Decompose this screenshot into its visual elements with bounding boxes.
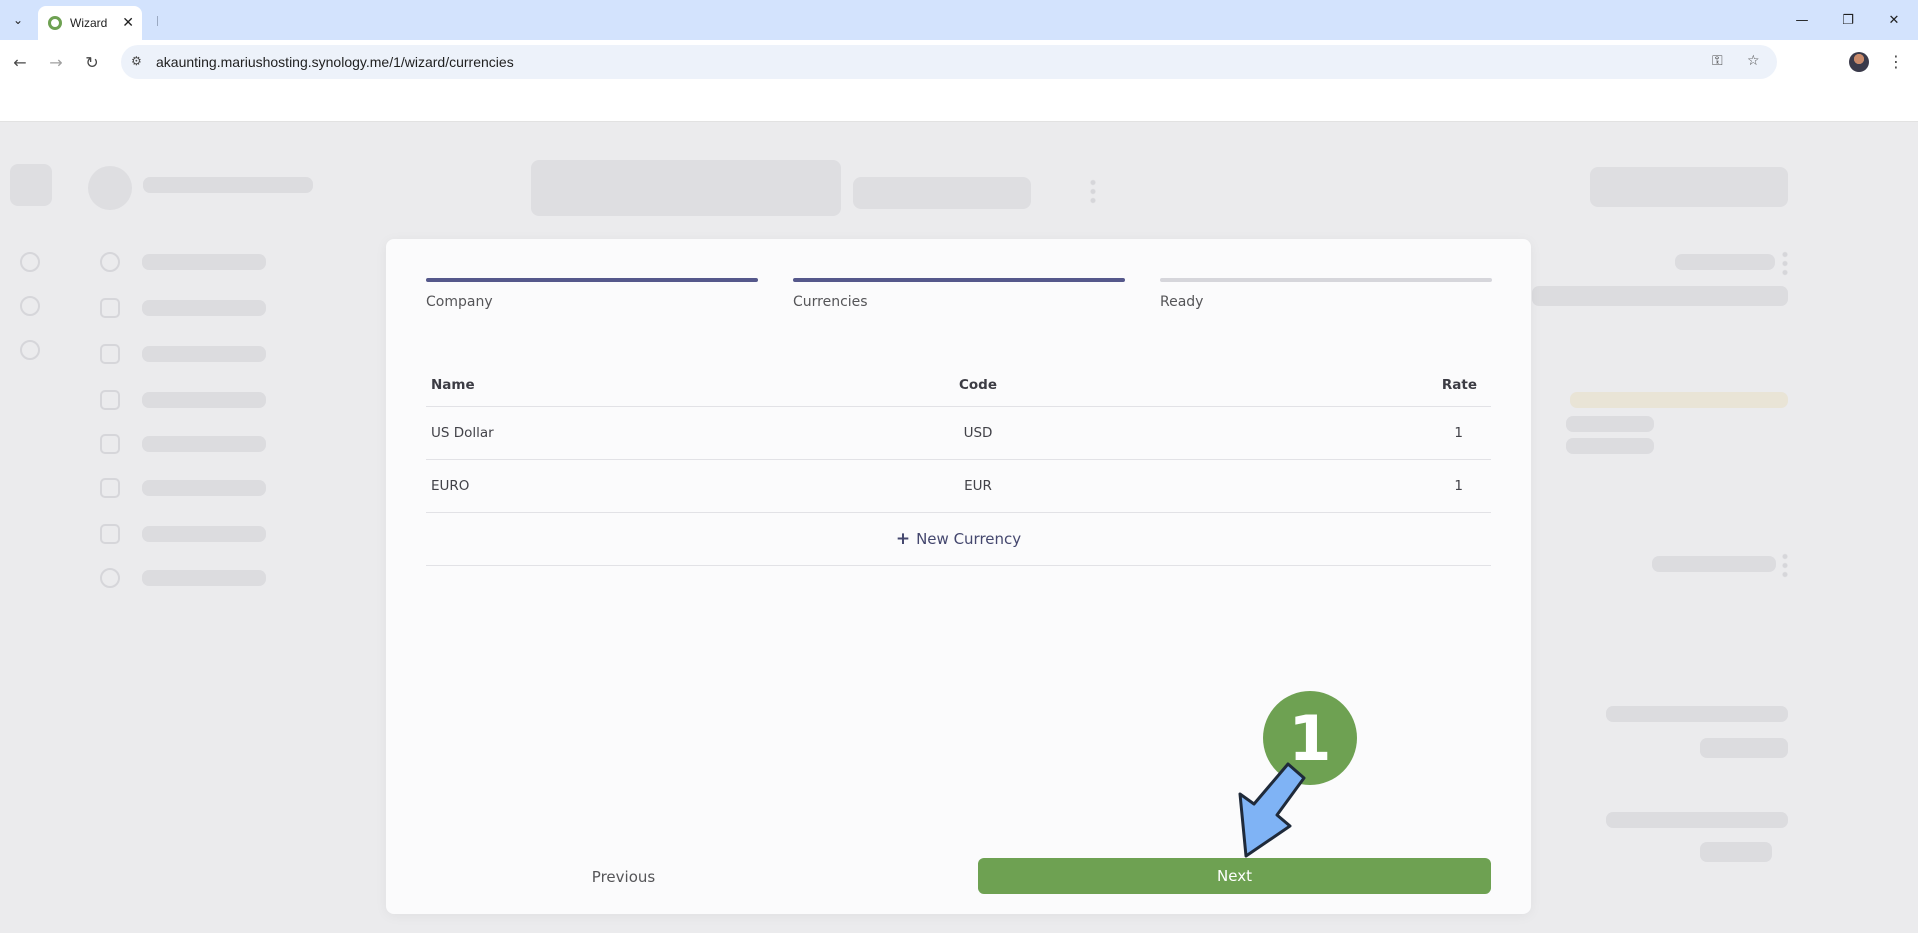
pointer-arrow-icon	[1238, 762, 1306, 858]
bookmarks-bar	[0, 84, 1918, 122]
step-label: Company	[426, 294, 493, 310]
widget-placeholder	[1532, 286, 1788, 306]
widget-placeholder	[1652, 556, 1776, 572]
table-row[interactable]: US Dollar USD 1	[426, 407, 1491, 460]
step-progress-bar	[426, 278, 758, 282]
date-picker-placeholder	[1590, 167, 1788, 207]
next-button[interactable]: Next	[978, 858, 1491, 894]
sidebar-item-placeholder	[142, 480, 266, 496]
step-currencies[interactable]: Currencies	[793, 278, 1125, 310]
sidebar-logo-placeholder	[10, 164, 52, 206]
users-icon	[100, 434, 120, 454]
currency-rate: 1	[1454, 478, 1463, 494]
column-header-rate: Rate	[1441, 376, 1477, 393]
profile-avatar[interactable]	[1849, 52, 1869, 72]
sidebar-item-placeholder	[142, 254, 266, 270]
company-name-placeholder	[143, 177, 313, 193]
apps-icon	[100, 568, 120, 588]
sidebar-item-placeholder	[142, 346, 266, 362]
widget-placeholder	[1700, 842, 1772, 862]
previous-button[interactable]: Previous	[541, 859, 706, 895]
dashboard-icon	[100, 252, 120, 272]
tab-close-icon[interactable]: ✕	[122, 15, 134, 31]
header-dots-icon	[1090, 178, 1096, 206]
step-ready[interactable]: Ready	[1160, 278, 1492, 310]
plus-icon: +	[895, 529, 911, 549]
bank-icon	[100, 478, 120, 498]
widget-placeholder	[1566, 416, 1654, 432]
minimize-icon[interactable]: —	[1782, 8, 1822, 32]
sidebar-item-placeholder	[142, 436, 266, 452]
step-progress-bar	[793, 278, 1125, 282]
search-placeholder	[531, 160, 841, 216]
currency-name: EURO	[431, 478, 470, 494]
column-header-code: Code	[958, 376, 997, 393]
widget-dots-icon	[1782, 250, 1788, 278]
browser-tab[interactable]: Wizard ✕	[38, 6, 142, 40]
widget-placeholder	[1566, 438, 1654, 454]
bell-icon	[20, 252, 40, 272]
widget-placeholder	[1700, 738, 1788, 758]
address-bar[interactable]: ⚙ akaunting.mariushosting.synology.me/1/…	[121, 45, 1777, 79]
reports-icon	[100, 524, 120, 544]
browser-menu-icon[interactable]: ⋮	[1888, 52, 1904, 71]
header-placeholder	[853, 177, 1031, 209]
step-company[interactable]: Company	[426, 278, 758, 310]
plus-circle-icon	[20, 340, 40, 360]
browser-tab-bar: ⌄ Wizard ✕ — ❐ ✕	[0, 0, 1918, 40]
restore-icon[interactable]: ❐	[1828, 8, 1868, 32]
sidebar-item-placeholder	[142, 392, 266, 408]
widget-dots-icon	[1782, 552, 1788, 580]
new-currency-button[interactable]: + New Currency	[426, 513, 1491, 566]
site-info-icon[interactable]: ⚙	[131, 54, 147, 70]
widget-placeholder	[1606, 706, 1788, 722]
currency-code: USD	[963, 425, 993, 441]
items-icon	[100, 298, 120, 318]
bookmark-star-icon[interactable]: ☆	[1747, 53, 1760, 69]
new-currency-label: New Currency	[916, 530, 1022, 548]
currency-rate: 1	[1454, 425, 1463, 441]
sidebar-item-placeholder	[142, 526, 266, 542]
sidebar-item-placeholder	[142, 300, 266, 316]
company-logo-placeholder	[88, 166, 132, 210]
url-text[interactable]: akaunting.mariushosting.synology.me/1/wi…	[156, 54, 514, 70]
browser-toolbar: ← → ↻ ⚙ akaunting.mariushosting.synology…	[0, 40, 1918, 84]
widget-placeholder	[1675, 254, 1775, 270]
gear-icon	[20, 296, 40, 316]
currency-code: EUR	[964, 478, 992, 494]
wizard-modal: Company Currencies Ready Name Code Rate …	[386, 239, 1531, 914]
password-key-icon[interactable]: ⚿	[1712, 53, 1723, 69]
akaunting-favicon-icon	[48, 16, 62, 30]
tab-search-icon[interactable]: ⌄	[6, 8, 30, 32]
step-label: Ready	[1160, 294, 1204, 310]
table-row[interactable]: EURO EUR 1	[426, 460, 1491, 513]
tab-separator	[157, 16, 158, 26]
step-label: Currencies	[793, 294, 868, 310]
column-header-name: Name	[431, 376, 475, 393]
step-progress-bar	[1160, 278, 1492, 282]
sales-icon	[100, 344, 120, 364]
widget-placeholder	[1606, 812, 1788, 828]
window-close-icon[interactable]: ✕	[1874, 8, 1914, 32]
forward-icon[interactable]: →	[44, 50, 68, 74]
sidebar-item-placeholder	[142, 570, 266, 586]
cart-icon	[100, 390, 120, 410]
table-header: Name Code Rate	[426, 363, 1491, 407]
back-icon[interactable]: ←	[8, 50, 32, 74]
widget-placeholder	[1570, 392, 1788, 408]
currencies-table: Name Code Rate US Dollar USD 1 EURO EUR …	[426, 363, 1491, 566]
reload-icon[interactable]: ↻	[80, 50, 104, 74]
currency-name: US Dollar	[431, 425, 494, 441]
tab-title: Wizard	[70, 16, 108, 30]
